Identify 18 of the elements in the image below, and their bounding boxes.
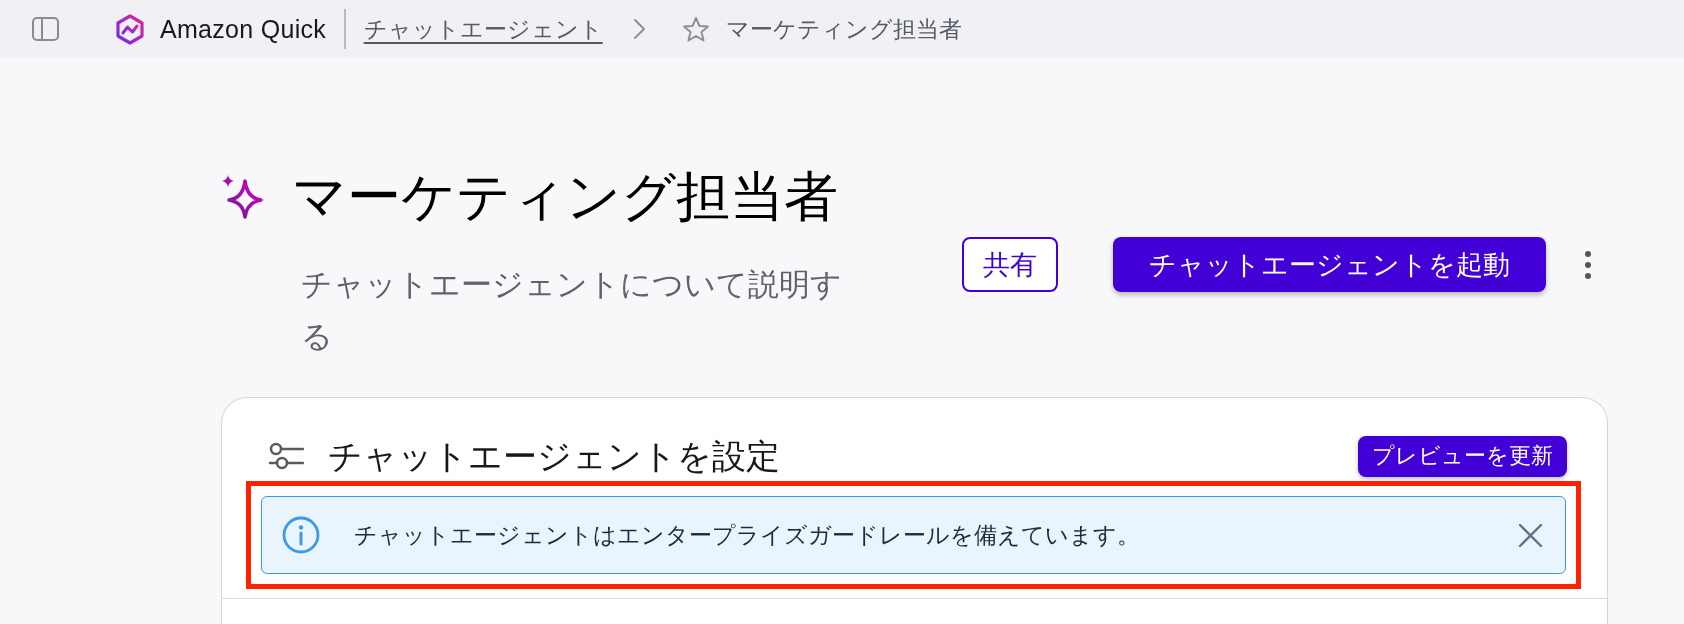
chevron-icon xyxy=(631,18,647,40)
info-icon xyxy=(282,516,320,554)
breadcrumb-current: マーケティング担当者 xyxy=(725,14,962,44)
share-button[interactable]: 共有 xyxy=(962,237,1058,292)
logo-icon[interactable] xyxy=(115,13,145,45)
star-icon[interactable] xyxy=(681,15,710,43)
brand-name: Amazon Quick xyxy=(160,14,327,44)
close-icon[interactable] xyxy=(1518,522,1543,548)
sidebar-toggle-icon[interactable] xyxy=(32,17,59,41)
more-menu-icon[interactable] xyxy=(1584,249,1592,280)
sliders-icon xyxy=(268,441,304,471)
card-title: チャットエージェントを設定 xyxy=(328,436,780,477)
breadcrumb-link[interactable]: チャットエージェント xyxy=(363,13,603,45)
page-description: チャットエージェントについて説明する xyxy=(301,266,843,356)
page-title: マーケティング担当者 xyxy=(292,165,838,228)
alert-message: チャットエージェントはエンタープライズガードレールを備えています。 xyxy=(354,520,1141,550)
refresh-preview-button[interactable]: プレビューを更新 xyxy=(1358,435,1567,477)
launch-agent-button[interactable]: チャットエージェントを起動 xyxy=(1113,237,1546,292)
